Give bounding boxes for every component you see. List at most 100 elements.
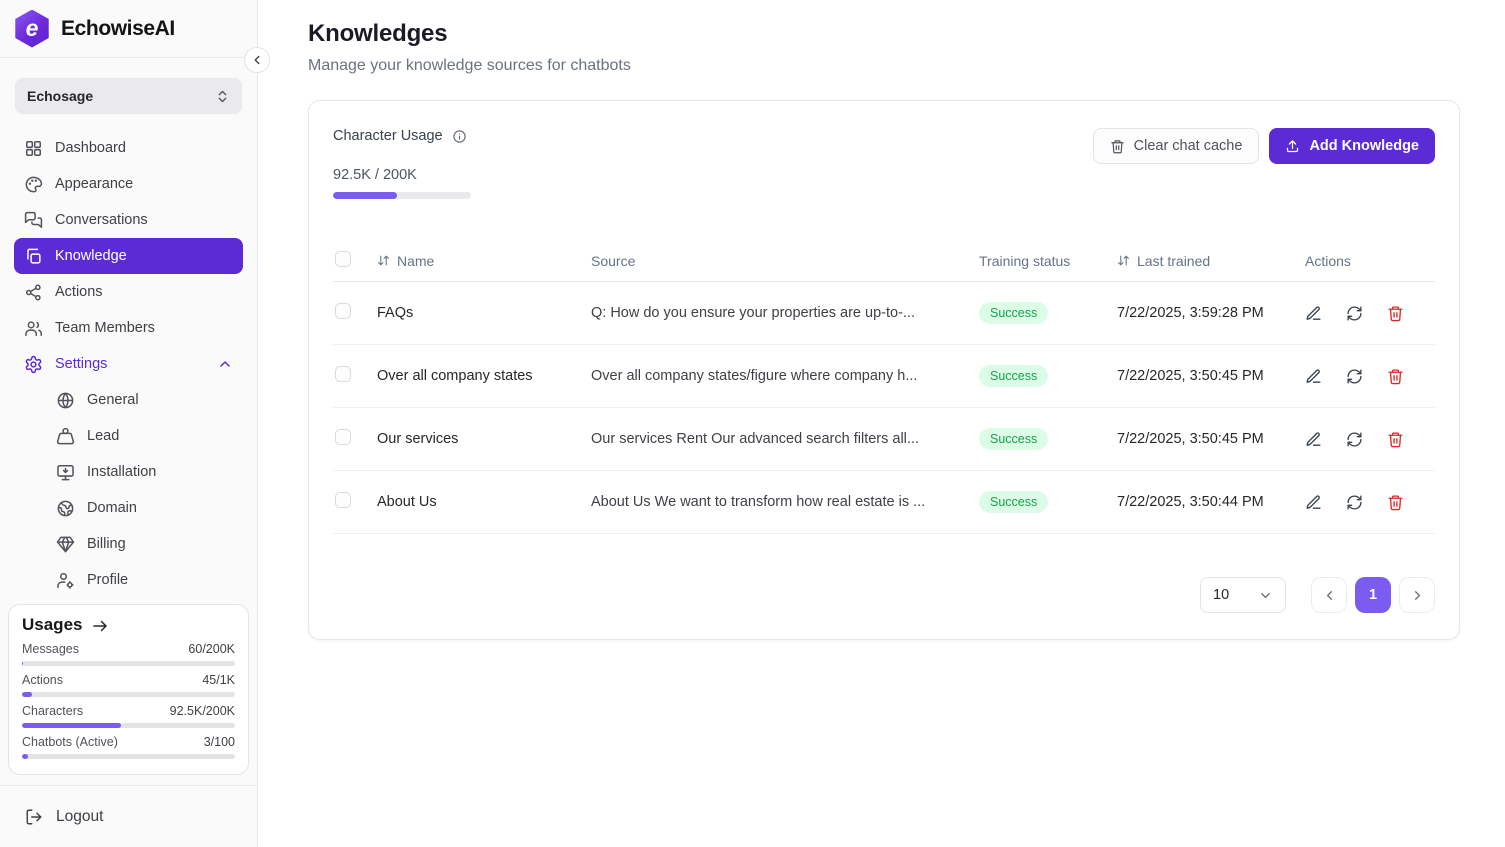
usages-card[interactable]: Usages Messages 60/200K Actions 45/1K Ch… [8, 604, 249, 775]
workspace-selector[interactable]: Echosage [15, 78, 242, 114]
column-header-name[interactable]: Name [377, 253, 591, 269]
sidebar-item-general[interactable]: General [14, 382, 243, 418]
usage-value: 3/100 [204, 735, 235, 749]
usages-title-label: Usages [22, 615, 82, 635]
sidebar-item-dashboard[interactable]: Dashboard [14, 130, 243, 166]
table-row: Our services Our services Rent Our advan… [333, 408, 1435, 471]
row-checkbox[interactable] [335, 303, 351, 319]
settings-gear-icon [24, 355, 43, 374]
domain-globe-icon [56, 499, 75, 518]
status-badge: Success [979, 365, 1048, 387]
add-knowledge-button[interactable]: Add Knowledge [1269, 128, 1435, 164]
sidebar-item-team-members[interactable]: Team Members [14, 310, 243, 346]
sidebar-item-profile[interactable]: Profile [14, 562, 243, 598]
delete-button[interactable] [1387, 305, 1404, 322]
retrain-button[interactable] [1346, 494, 1363, 511]
sidebar-item-domain[interactable]: Domain [14, 490, 243, 526]
retrain-button[interactable] [1346, 431, 1363, 448]
info-icon[interactable] [452, 129, 467, 144]
usage-label: Characters [22, 704, 83, 718]
actions-icon [24, 283, 43, 302]
chevron-left-icon [1322, 588, 1337, 603]
select-all-checkbox[interactable] [335, 251, 351, 267]
status-badge: Success [979, 428, 1048, 450]
row-checkbox[interactable] [335, 492, 351, 508]
usage-row-actions: Actions 45/1K [22, 673, 235, 697]
brand-name: EchowiseAI [61, 17, 175, 41]
column-header-label: Name [397, 253, 434, 269]
edit-button[interactable] [1305, 494, 1322, 511]
row-last-trained: 7/22/2025, 3:50:45 PM [1117, 368, 1305, 384]
usage-progress-bar [22, 754, 235, 759]
knowledge-panel: Character Usage 92.5K / 200K Clear chat … [308, 100, 1460, 640]
sidebar-item-label: Conversations [55, 212, 148, 228]
user-gear-icon [56, 571, 75, 590]
chevron-left-icon [250, 53, 264, 67]
row-name: Our services [377, 431, 591, 447]
sidebar-item-label: Billing [87, 536, 126, 552]
page-size-select[interactable]: 10 [1200, 577, 1286, 613]
usage-value: 45/1K [202, 673, 235, 687]
chevrons-up-down-icon [215, 89, 230, 104]
usage-value: 60/200K [188, 642, 235, 656]
logout-button[interactable]: Logout [0, 785, 257, 847]
settings-subnav: General Lead Installation Domain [14, 382, 243, 598]
sidebar-item-label: Domain [87, 500, 137, 516]
delete-button[interactable] [1387, 494, 1404, 511]
sidebar-item-settings[interactable]: Settings [14, 346, 243, 382]
delete-button[interactable] [1387, 431, 1404, 448]
sort-icon [1117, 254, 1130, 267]
page-title: Knowledges [308, 20, 1460, 48]
team-members-icon [24, 319, 43, 338]
edit-button[interactable] [1305, 305, 1322, 322]
edit-button[interactable] [1305, 368, 1322, 385]
pen-icon [1305, 494, 1322, 511]
trash-icon [1387, 305, 1404, 322]
sidebar-item-appearance[interactable]: Appearance [14, 166, 243, 202]
retrain-button[interactable] [1346, 305, 1363, 322]
clear-chat-cache-button[interactable]: Clear chat cache [1093, 128, 1260, 164]
row-checkbox[interactable] [335, 366, 351, 382]
column-header-last-trained[interactable]: Last trained [1117, 253, 1305, 269]
previous-page-button[interactable] [1311, 577, 1347, 613]
column-header-source: Source [591, 253, 979, 269]
sidebar-item-label: Profile [87, 572, 128, 588]
sidebar-item-lead[interactable]: Lead [14, 418, 243, 454]
next-page-button[interactable] [1399, 577, 1435, 613]
pen-icon [1305, 368, 1322, 385]
refresh-icon [1346, 368, 1363, 385]
column-header-label: Last trained [1137, 253, 1210, 269]
row-last-trained: 7/22/2025, 3:50:44 PM [1117, 494, 1305, 510]
sidebar-item-installation[interactable]: Installation [14, 454, 243, 490]
sidebar-item-actions[interactable]: Actions [14, 274, 243, 310]
row-last-trained: 7/22/2025, 3:50:45 PM [1117, 431, 1305, 447]
chevron-down-icon [1258, 588, 1273, 603]
sidebar-item-billing[interactable]: Billing [14, 526, 243, 562]
sidebar-item-label: Actions [55, 284, 103, 300]
sidebar-collapse-button[interactable] [244, 47, 270, 73]
refresh-icon [1346, 494, 1363, 511]
brand-logo: e [13, 10, 51, 48]
column-header-status: Training status [979, 253, 1117, 269]
page-number-button[interactable]: 1 [1355, 577, 1391, 613]
row-source: Our services Rent Our advanced search fi… [591, 431, 979, 447]
usages-title: Usages [22, 615, 235, 635]
chevron-up-icon [217, 356, 233, 372]
sidebar-item-knowledge[interactable]: Knowledge [14, 238, 243, 274]
logout-icon [25, 808, 43, 826]
upload-icon [1285, 139, 1300, 154]
retrain-button[interactable] [1346, 368, 1363, 385]
knowledge-table: Name Source Training status Last trained… [333, 240, 1435, 534]
monitor-download-icon [56, 463, 75, 482]
delete-button[interactable] [1387, 368, 1404, 385]
sidebar-item-label: General [87, 392, 139, 408]
pen-icon [1305, 431, 1322, 448]
row-checkbox[interactable] [335, 429, 351, 445]
table-row: About Us About Us We want to transform h… [333, 471, 1435, 534]
sidebar-item-conversations[interactable]: Conversations [14, 202, 243, 238]
globe-icon [56, 391, 75, 410]
logout-label: Logout [56, 808, 103, 826]
edit-button[interactable] [1305, 431, 1322, 448]
usage-row-chatbots: Chatbots (Active) 3/100 [22, 735, 235, 759]
workspace-selector-value: Echosage [27, 88, 93, 104]
